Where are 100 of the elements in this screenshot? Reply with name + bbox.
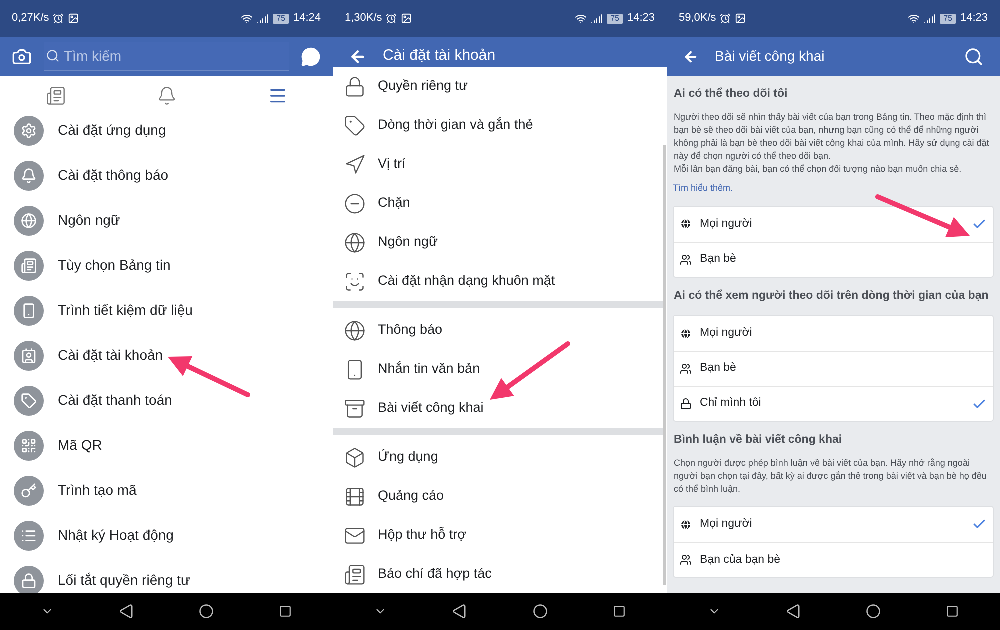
settings-item[interactable]: Hộp thư hỗ trợ [333,516,663,555]
gear-icon [14,116,44,146]
home-icon[interactable] [199,604,214,619]
settings-item[interactable]: Vị trí [333,145,663,184]
audience-option[interactable]: Bạn của bạn bè [674,542,993,578]
bell-icon[interactable] [156,86,176,106]
menu-item[interactable]: Cài đặt ứng dụng [0,108,333,153]
navigation-icon [344,154,366,176]
menu-item[interactable]: Tùy chọn Bảng tin [0,243,333,288]
lock-icon [680,398,692,410]
recents-icon[interactable] [613,605,626,618]
friends-icon [680,554,692,566]
wifi-icon [574,12,587,24]
section-heading: Ai có thể theo dõi tôi [673,86,789,102]
page-title: Bài viết công khai [715,47,826,66]
search-icon [46,49,60,63]
alarm-icon [53,13,64,24]
menu-item[interactable]: Nhật ký Hoạt động [0,513,333,558]
wifi-icon [908,12,920,24]
alarm-icon [386,13,398,24]
image-icon [735,13,746,24]
menu-item[interactable]: Trình tiết kiệm dữ liệu [0,288,333,333]
clock: 14:23 [627,11,655,26]
settings-item[interactable]: Chặn [333,184,663,223]
settings-item[interactable]: Bài viết công khai [333,389,663,428]
menu-item[interactable]: Trình tạo mã [0,468,333,513]
globe-icon [680,218,692,230]
friends-icon [680,363,692,375]
menu-item[interactable]: Ngôn ngữ [0,198,333,243]
audience-option[interactable]: Mọi người [674,316,993,351]
tag-icon [344,114,366,136]
cube-icon [344,446,366,468]
search-input[interactable]: Tìm kiếm [44,42,289,70]
settings-item[interactable]: Báo chí đã hợp tác [333,555,663,593]
image-icon [401,13,412,24]
image-icon [68,13,80,24]
globe-icon [680,518,692,531]
messenger-icon[interactable] [301,46,321,66]
home-icon[interactable] [866,604,882,619]
recents-icon[interactable] [279,605,292,618]
clock: 14:23 [960,11,988,26]
friends-icon [680,254,692,266]
network-speed: 1,30K/s [345,11,382,26]
network-speed: 0,27K/s [12,11,50,26]
back-icon[interactable] [452,604,468,619]
clock: 14:24 [293,11,321,26]
contact-card-icon [14,340,44,370]
lock-icon [344,76,366,98]
recents-icon[interactable] [946,605,960,618]
bell-icon [14,160,44,190]
settings-item[interactable]: Ngôn ngữ [333,223,663,262]
globe-icon [14,206,44,236]
back-icon[interactable] [786,604,801,619]
settings-item[interactable]: Quảng cáo [333,477,663,516]
audience-option[interactable]: Mọi người [674,507,993,542]
phone-icon [14,296,44,326]
section-description: Chọn người được phép bình luận về bài viết của bạn. Hãy nhớ rằng ngoài người bạn chọn tại đây, bất kỳ ai được gắn thẻ trong bài viết và bạn bè họ đều có thể bình luận. [673,457,988,496]
battery-indicator: 75 [272,14,290,24]
settings-item[interactable]: Nhắn tin văn bản [333,350,663,389]
section-description: Mỗi lần bạn đăng bài, bạn có thể chọn đối tượng nào bạn muốn chia sẻ. [673,163,963,176]
settings-item[interactable]: Quyền riêng tư [333,67,663,106]
tag-icon [14,386,44,416]
wifi-icon [240,12,253,24]
alarm-icon [720,13,732,24]
settings-item[interactable]: Thông báo [333,311,663,350]
globe-icon [344,232,366,254]
newspaper-icon[interactable] [46,86,66,106]
back-icon[interactable] [118,604,134,619]
home-icon[interactable] [532,604,548,619]
audience-option[interactable]: Bạn bè [674,242,993,277]
camera-icon[interactable] [12,46,32,66]
audience-option[interactable]: Bạn bè [674,351,993,386]
newspaper-icon [14,250,44,280]
minus-circle-icon [344,192,366,214]
menu-item[interactable]: Lối tắt quyền riêng tư [0,558,333,593]
settings-item[interactable]: Ứng dụng [333,438,663,477]
learn-more-link[interactable]: Tìm hiểu thêm. [673,182,994,196]
menu-item[interactable]: Cài đặt thanh toán [0,378,333,423]
search-icon[interactable] [964,46,984,66]
menu-item[interactable]: Cài đặt tài khoản [0,333,333,378]
archive-icon [344,398,366,420]
network-speed: 59,0K/s [679,11,716,26]
section-description: Người theo dõi sẽ nhìn thấy bài viết của bạn trong Bảng tin. Theo mặc định thì bạn bè sẽ theo dõi bài viết của bạn, nhưng bạn cũng có thể để những người không phải là bạn bè theo dõi bài viết công khai của mình. Hãy sử dụng cài đặt này để chọn người có thể theo dõi bạn. [673,111,990,164]
page-title: Cài đặt tài khoản [383,46,496,66]
key-icon [14,476,44,506]
globe-icon [344,320,366,342]
audience-option[interactable]: Chỉ mình tôi [674,386,993,421]
settings-item[interactable]: Dòng thời gian và gắn thẻ [333,106,663,145]
menu-item[interactable]: Mã QR [0,423,333,468]
list-icon [14,520,44,550]
battery-indicator: 75 [940,14,956,24]
newspaper-icon [344,564,366,586]
film-icon [344,486,366,508]
settings-item[interactable]: Cài đặt nhận dạng khuôn mặt [333,262,663,301]
face-scan-icon [344,270,366,292]
battery-indicator: 75 [606,14,624,24]
qr-code-icon [14,430,44,460]
section-heading: Ai có thể xem người theo dõi trên dòng thời gian của bạn [673,288,990,304]
section-heading: Bình luận về bài viết công khai [673,433,844,448]
menu-item[interactable]: Cài đặt thông báo [0,153,333,198]
